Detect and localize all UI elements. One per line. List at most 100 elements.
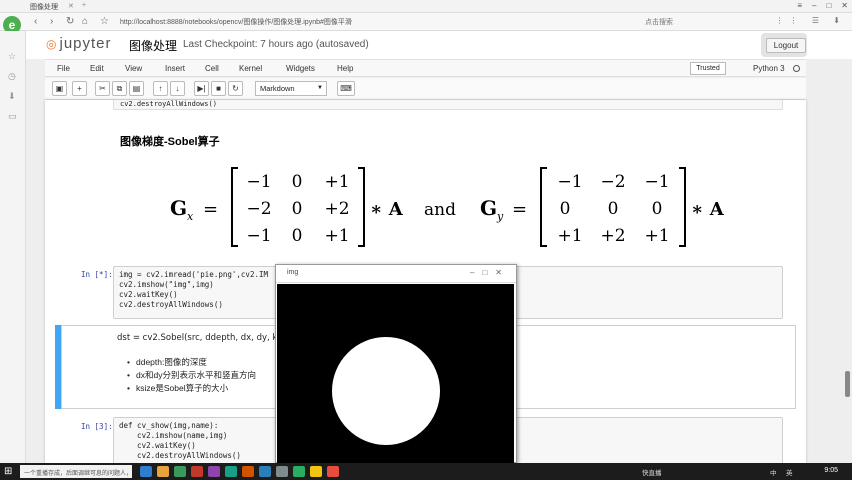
tray-item[interactable]: 快直播 bbox=[642, 467, 662, 477]
gy-cell: 0 bbox=[652, 199, 663, 219]
menu-icon[interactable]: ≡ bbox=[797, 1, 802, 10]
star-icon[interactable]: ☆ bbox=[100, 16, 109, 27]
menu-file[interactable]: File bbox=[57, 64, 70, 73]
command-palette-button[interactable]: ⌨ bbox=[337, 81, 355, 96]
times-a-1: ∗ A bbox=[370, 199, 404, 220]
popup-titlebar[interactable]: img –□✕ bbox=[276, 265, 516, 283]
side-bookmark-icon[interactable]: ☆ bbox=[8, 51, 16, 62]
copy-button[interactable]: ⧉ bbox=[112, 81, 127, 96]
home-icon[interactable]: ⌂ bbox=[82, 16, 88, 27]
menu-insert[interactable]: Insert bbox=[165, 64, 185, 73]
side-note-icon[interactable]: ▭ bbox=[8, 111, 17, 122]
gy-cell: +1 bbox=[557, 226, 582, 246]
move-up-button[interactable]: ↑ bbox=[153, 81, 168, 96]
taskbar-clock[interactable]: 9:05 bbox=[824, 467, 838, 474]
taskbar-app-icon[interactable] bbox=[293, 466, 305, 477]
back-icon[interactable]: ‹ bbox=[34, 16, 37, 27]
gx-cell: +1 bbox=[324, 226, 349, 246]
move-down-button[interactable]: ↓ bbox=[170, 81, 185, 96]
menu-edit[interactable]: Edit bbox=[90, 64, 104, 73]
gx-subscript: x bbox=[187, 210, 194, 223]
jupyter-logo-icon: ◎ bbox=[46, 37, 58, 51]
taskbar-app-icon[interactable] bbox=[208, 466, 220, 477]
image-popup-window[interactable]: img –□✕ bbox=[275, 264, 517, 464]
browser-side-panel: ☆ ◷ ⬇ ▭ bbox=[0, 31, 26, 463]
tray-item[interactable]: 英 bbox=[786, 467, 793, 477]
cell-type-select[interactable]: Markdown ▼ bbox=[255, 81, 327, 96]
list-item: ddepth:图像的深度 bbox=[127, 356, 256, 369]
notebook-toolbar: ▣ + ✂ ⧉ ▤ ↑ ↓ ▶| ■ ↻ Markdown ▼ ⌨ bbox=[45, 78, 806, 100]
browser-tab-title[interactable]: 图像处理 bbox=[30, 2, 58, 12]
taskbar-app-icon[interactable] bbox=[242, 466, 254, 477]
save-button[interactable]: ▣ bbox=[52, 81, 67, 96]
and-text: and bbox=[424, 200, 456, 220]
side-history-icon[interactable]: ◷ bbox=[8, 71, 16, 82]
new-tab-icon[interactable]: + bbox=[82, 2, 86, 9]
search-input[interactable]: 点击搜索 bbox=[640, 15, 730, 28]
times-a-2: ∗ A bbox=[691, 199, 725, 220]
checkpoint-status: Last Checkpoint: 7 hours ago (autosaved) bbox=[183, 39, 369, 50]
taskbar-app-icon[interactable] bbox=[140, 466, 152, 477]
forward-icon[interactable]: › bbox=[50, 16, 53, 27]
menu-widgets[interactable]: Widgets bbox=[286, 64, 315, 73]
taskbar-app-icon[interactable] bbox=[310, 466, 322, 477]
popup-window-controls: –□✕ bbox=[470, 268, 510, 277]
cut-button[interactable]: ✂ bbox=[95, 81, 110, 96]
taskbar-app-icon[interactable] bbox=[191, 466, 203, 477]
refresh-icon[interactable]: ↻ bbox=[66, 16, 74, 27]
browser-extension-icons[interactable]: ⋮⋮ ☰ ⬇ bbox=[776, 16, 846, 25]
close-icon[interactable]: ✕ bbox=[495, 268, 510, 277]
close-icon[interactable]: ✕ bbox=[841, 1, 848, 10]
white-circle bbox=[332, 337, 440, 445]
menu-cell[interactable]: Cell bbox=[205, 64, 219, 73]
kernel-status-icon bbox=[793, 65, 800, 72]
trusted-badge[interactable]: Trusted bbox=[690, 62, 726, 75]
minimize-icon[interactable]: – bbox=[812, 1, 816, 10]
cell-type-value: Markdown bbox=[260, 84, 295, 93]
paste-button[interactable]: ▤ bbox=[129, 81, 144, 96]
jupyter-logo-text: jupyter bbox=[59, 35, 112, 52]
address-bar-row: ‹ › ↻ ⌂ ☆ http://localhost:8888/notebook… bbox=[0, 13, 852, 31]
logout-button[interactable]: Logout bbox=[766, 38, 806, 53]
windows-start-icon[interactable]: ⊞ bbox=[4, 466, 12, 477]
taskbar-search[interactable]: 一个重播存成，后面调继可息的问题人，那么这么多的话就是... bbox=[20, 465, 132, 478]
previous-code-cell[interactable]: cv2.destroyAllWindows() bbox=[113, 100, 783, 110]
taskbar-app-icon[interactable] bbox=[174, 466, 186, 477]
interrupt-button[interactable]: ■ bbox=[211, 81, 226, 96]
url-field[interactable]: http://localhost:8888/notebooks/opencv/图… bbox=[120, 17, 352, 27]
restart-button[interactable]: ↻ bbox=[228, 81, 243, 96]
gx-cell: +2 bbox=[324, 199, 349, 219]
popup-title: img bbox=[287, 269, 299, 276]
equals-sign-2: = bbox=[512, 199, 527, 220]
side-download-icon[interactable]: ⬇ bbox=[8, 91, 16, 102]
maximize-icon[interactable]: □ bbox=[826, 1, 831, 10]
taskbar-app-icon[interactable] bbox=[327, 466, 339, 477]
notebook-name[interactable]: 图像处理 bbox=[129, 37, 177, 54]
menu-view[interactable]: View bbox=[125, 64, 142, 73]
insert-cell-button[interactable]: + bbox=[72, 81, 87, 96]
gy-cell: −1 bbox=[644, 172, 669, 192]
gx-cell: +1 bbox=[324, 172, 349, 192]
jupyter-logo[interactable]: ◎ jupyter bbox=[46, 35, 112, 52]
code-line: cv2.destroyAllWindows() bbox=[120, 100, 217, 108]
gy-cell: −1 bbox=[557, 172, 582, 192]
taskbar-app-icon[interactable] bbox=[259, 466, 271, 477]
taskbar-app-icon[interactable] bbox=[276, 466, 288, 477]
menu-help[interactable]: Help bbox=[337, 64, 353, 73]
gy-cell: 0 bbox=[608, 199, 619, 219]
run-button[interactable]: ▶| bbox=[194, 81, 209, 96]
gx-cell: 0 bbox=[292, 172, 303, 192]
gx-left-bracket bbox=[231, 167, 238, 247]
tab-close-icon[interactable]: ✕ bbox=[68, 2, 74, 10]
tray-item[interactable]: 中 bbox=[770, 467, 777, 477]
taskbar-app-icon[interactable] bbox=[225, 466, 237, 477]
taskbar-app-icon[interactable] bbox=[157, 466, 169, 477]
menu-kernel[interactable]: Kernel bbox=[239, 64, 262, 73]
page-scrollbar[interactable] bbox=[845, 371, 850, 397]
sobel-param-list: ddepth:图像的深度 dx和dy分别表示水平和竖直方向 ksize是Sobe… bbox=[127, 356, 256, 395]
gx-cell: 0 bbox=[292, 226, 303, 246]
minimize-icon[interactable]: – bbox=[470, 268, 482, 277]
chevron-down-icon: ▼ bbox=[317, 85, 323, 91]
kernel-name[interactable]: Python 3 bbox=[753, 64, 785, 73]
maximize-icon[interactable]: □ bbox=[482, 268, 495, 277]
